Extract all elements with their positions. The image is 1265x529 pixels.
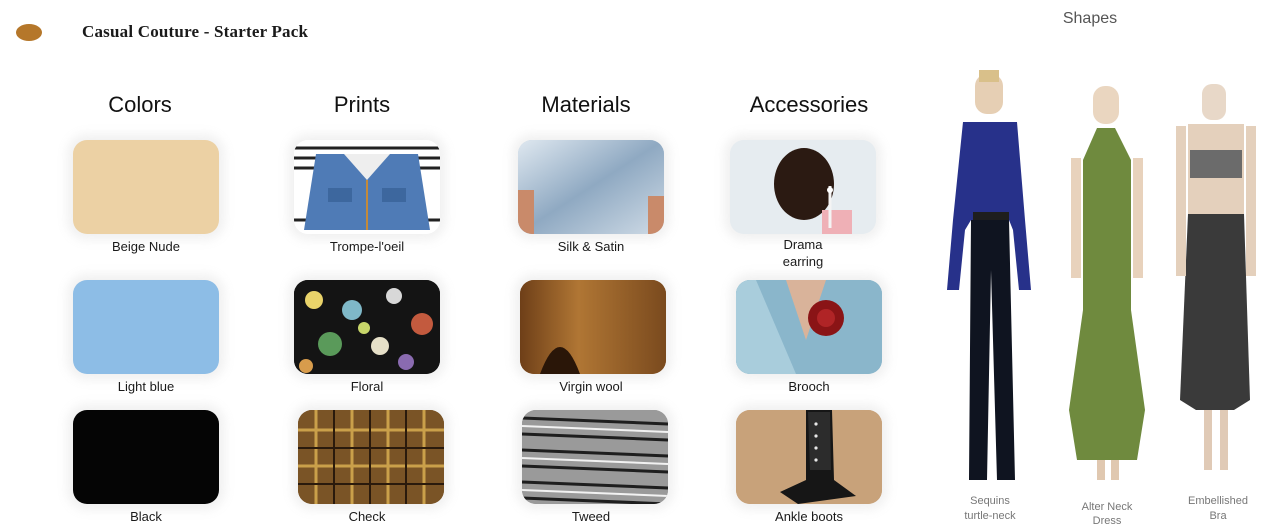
model-halter-neck-dress[interactable] <box>1057 80 1157 500</box>
tile-label: Silk & Satin <box>557 239 625 254</box>
tile-label-line2: earring <box>782 254 824 269</box>
tweed-fabric-image[interactable] <box>522 410 668 504</box>
tile-label: Beige Nude <box>112 239 180 254</box>
tile-label: Tweed <box>571 509 611 524</box>
tile-label: Black <box>130 509 162 524</box>
ankle-boots-image[interactable] <box>736 410 882 504</box>
model-label-line2: Dress <box>1092 515 1122 527</box>
tile-label-line1: Drama <box>783 237 823 252</box>
check-print-image[interactable] <box>298 410 444 504</box>
tile-label: Trompe-l'oeil <box>329 239 405 254</box>
model-label-line2: turtle-neck <box>964 510 1016 522</box>
earring-image[interactable] <box>730 140 876 234</box>
tile-label: Floral <box>350 379 384 394</box>
column-header-colors: Colors <box>108 92 172 117</box>
column-header-materials: Materials <box>541 92 631 117</box>
model-label-line2: Bra <box>1209 510 1227 522</box>
model-sequins-turtle-neck[interactable] <box>935 70 1045 490</box>
model-embellished-bra[interactable] <box>1170 80 1260 480</box>
model-label-line1: Alter Neck <box>1081 501 1133 513</box>
shapes-title: Shapes <box>1062 10 1118 27</box>
tile-label: Check <box>348 509 386 524</box>
shapes-panel: Shapes Sequins turtle-neck Alter Neck Dr… <box>915 0 1265 529</box>
page-title: Casual Couture - Starter Pack <box>82 22 309 41</box>
denim-jacket-image[interactable] <box>294 140 440 234</box>
tile-label: Ankle boots <box>775 509 843 524</box>
column-header-prints: Prints <box>333 92 391 117</box>
tile-label: Brooch <box>788 379 830 394</box>
swatch-beige-nude[interactable] <box>73 140 219 234</box>
floral-print-image[interactable] <box>294 280 440 374</box>
tile-label: Light blue <box>117 379 175 394</box>
swatch-light-blue[interactable] <box>73 280 219 374</box>
column-header-accessories: Accessories <box>749 92 869 117</box>
starter-pack-panel: Casual Couture - Starter Pack Colors Pri… <box>0 0 915 529</box>
header: Casual Couture - Starter Pack <box>16 18 308 46</box>
model-label-line1: Sequins <box>970 495 1010 507</box>
wool-fabric-image[interactable] <box>520 280 666 374</box>
brooch-image[interactable] <box>736 280 882 374</box>
tile-label: Virgin wool <box>559 379 623 394</box>
model-label-line1: Embellished <box>1188 495 1248 507</box>
brand-dot-icon <box>16 23 42 41</box>
satin-fabric-image[interactable] <box>518 140 664 234</box>
swatch-black[interactable] <box>73 410 219 504</box>
